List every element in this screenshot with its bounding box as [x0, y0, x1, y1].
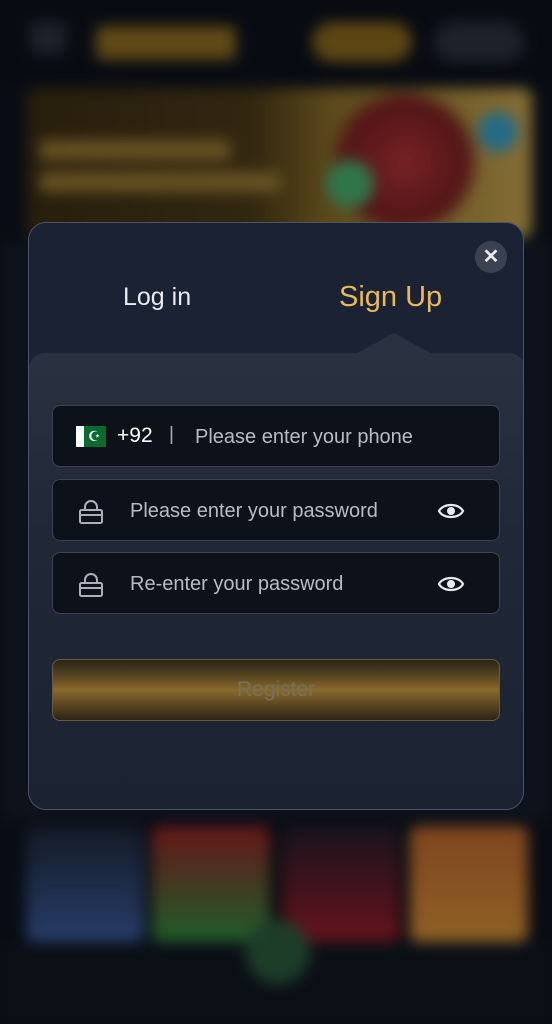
close-icon: ✕ [482, 246, 500, 268]
lock-icon [79, 500, 103, 524]
confirm-password-field[interactable]: Re-enter your password [52, 552, 500, 614]
phone-field[interactable]: +92 | Please enter your phone [52, 405, 500, 467]
signup-modal: ✕ Log in Sign Up +92 | Please enter your… [28, 222, 524, 810]
lock-icon [79, 573, 103, 597]
field-separator: | [169, 424, 174, 445]
country-code[interactable]: +92 [117, 424, 153, 448]
tab-signup[interactable]: Sign Up [339, 281, 442, 314]
pakistan-flag-icon[interactable] [76, 426, 106, 447]
eye-icon[interactable] [437, 573, 465, 595]
close-button[interactable]: ✕ [475, 241, 507, 273]
phone-input[interactable]: Please enter your phone [195, 426, 413, 449]
active-tab-indicator [354, 333, 434, 355]
eye-icon[interactable] [437, 500, 465, 522]
register-button[interactable]: Register [52, 659, 500, 721]
tab-login[interactable]: Log in [123, 283, 191, 312]
confirm-password-input[interactable]: Re-enter your password [130, 573, 343, 596]
password-field[interactable]: Please enter your password [52, 479, 500, 541]
password-input[interactable]: Please enter your password [130, 500, 378, 523]
